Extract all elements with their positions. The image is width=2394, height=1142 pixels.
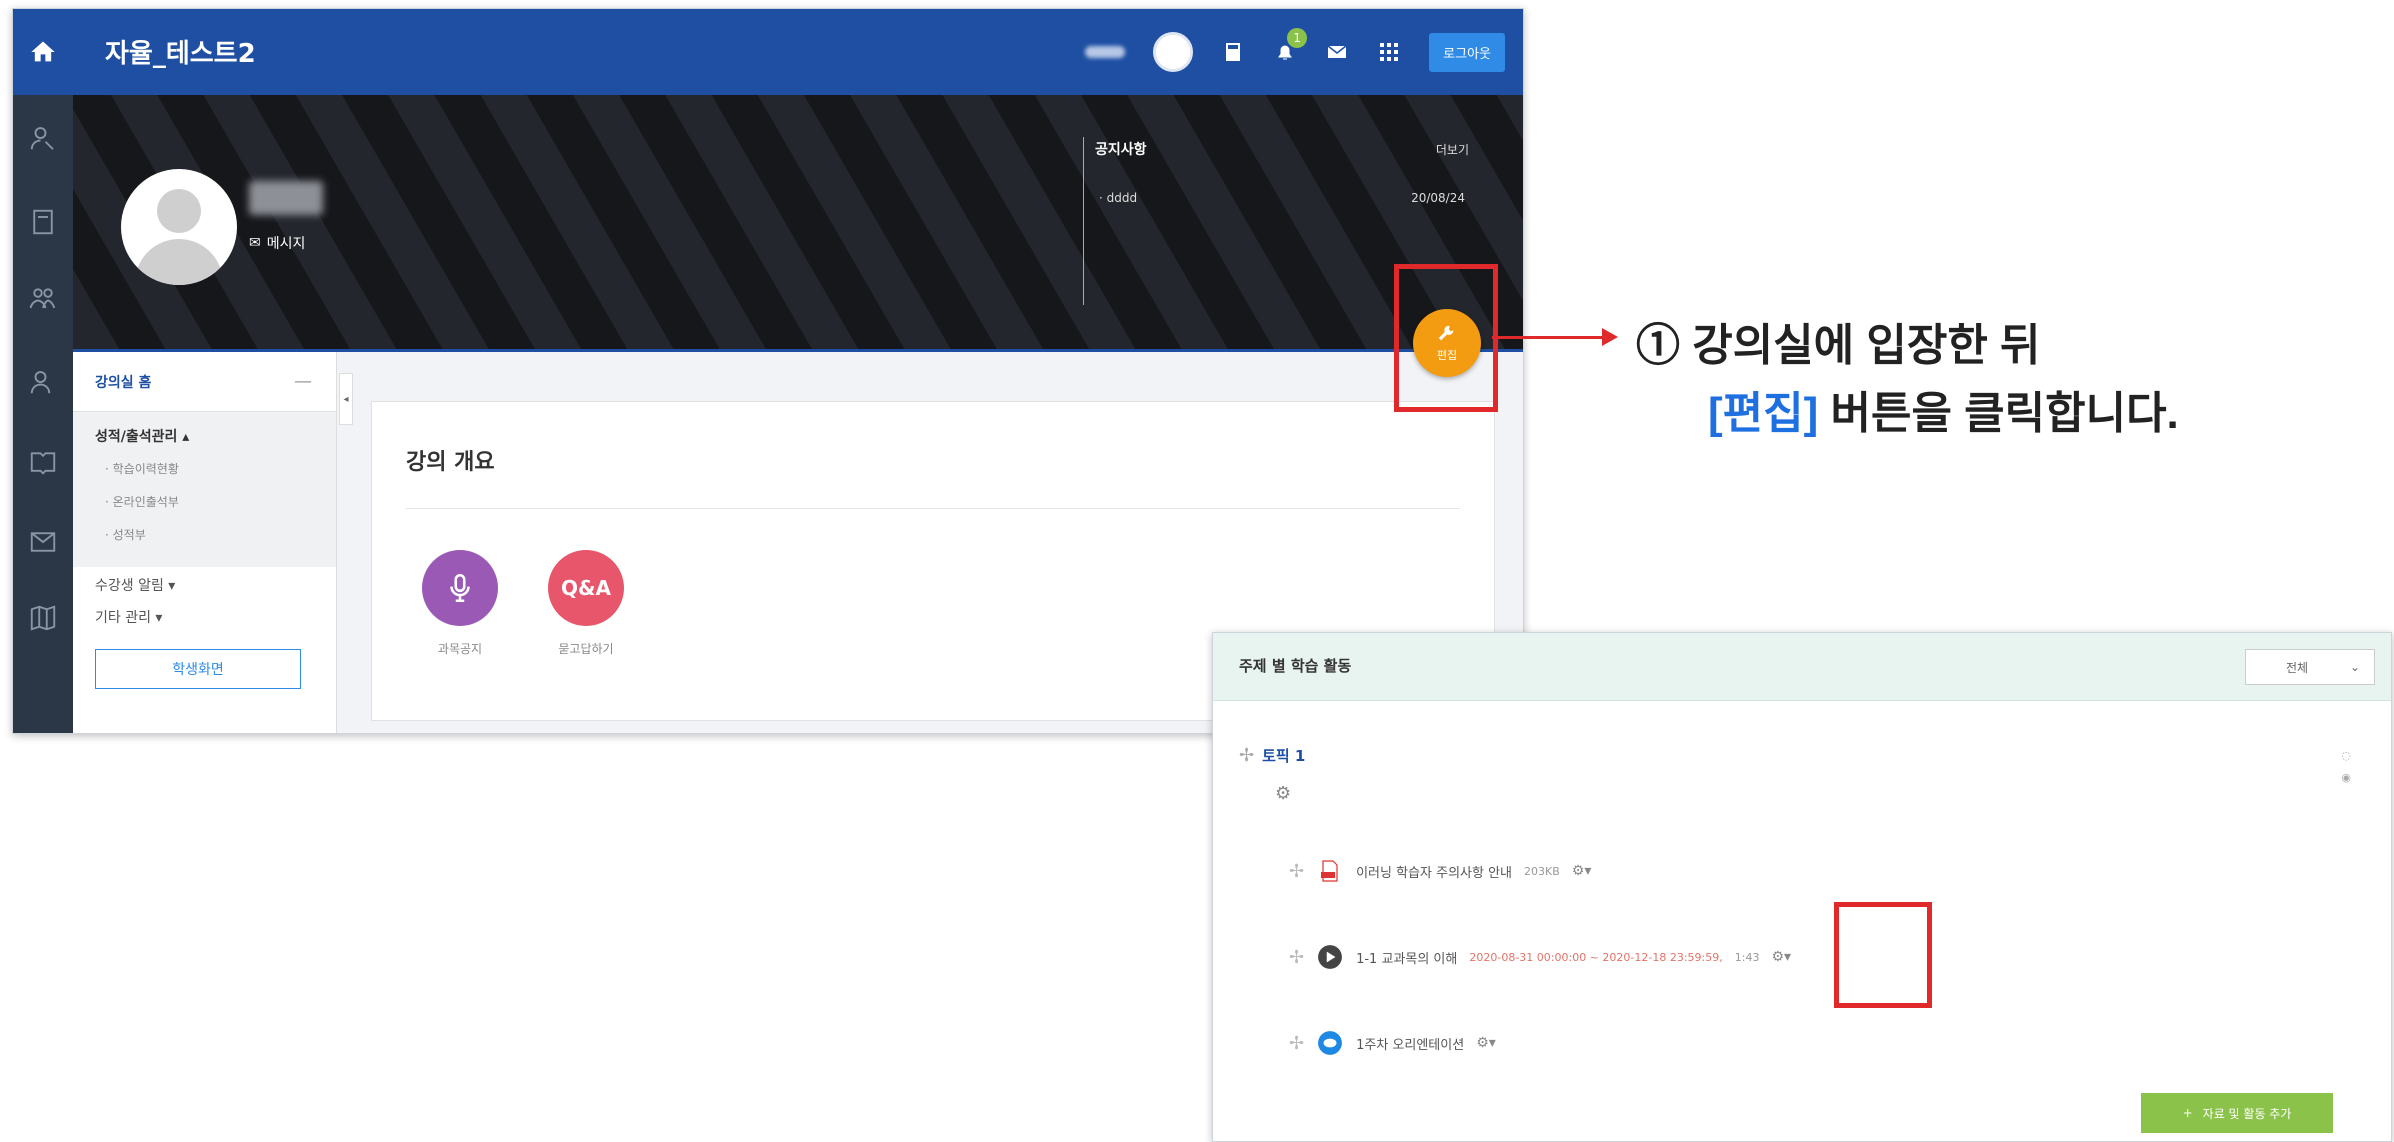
move-icon[interactable]: ✢ xyxy=(1289,947,1304,968)
collapse-icon[interactable]: — xyxy=(294,371,312,392)
profile-avatar xyxy=(121,169,237,285)
home-icon[interactable] xyxy=(13,9,73,95)
topic-visibility-controls: ◌ ◉ xyxy=(2341,745,2351,789)
profile-icon[interactable] xyxy=(13,357,73,407)
menu-sub-item[interactable]: · 성적부 xyxy=(105,526,314,543)
activity-title[interactable]: 1-1 교과목의 이해 xyxy=(1356,948,1457,967)
plus-icon: + xyxy=(2182,1106,2193,1120)
activity-row[interactable]: ✢ 이러닝 학습자 주의사항 안내 203KB ⚙▾ xyxy=(1289,857,1591,885)
map-icon[interactable] xyxy=(13,593,73,643)
course-notice-tile[interactable]: 과목공지 xyxy=(422,550,498,657)
callout-arrow xyxy=(1492,328,1618,346)
menu-sub-item[interactable]: · 온라인출석부 xyxy=(105,493,314,510)
video-play-icon xyxy=(1316,943,1344,971)
activity-duration: 1:43 xyxy=(1734,950,1760,964)
filter-select[interactable]: 전체 ⌄ xyxy=(2245,649,2375,685)
overview-divider xyxy=(406,508,1460,509)
instruction-highlight: [편집] xyxy=(1708,389,1819,438)
book-icon[interactable] xyxy=(13,197,73,247)
gear-icon[interactable]: ⚙ xyxy=(1275,783,1291,804)
move-icon[interactable]: ✢ xyxy=(1289,861,1304,882)
tile-label: 과목공지 xyxy=(437,642,483,656)
activities-window: 주제 별 학습 활동 전체 ⌄ ✢ 토픽 1 ⚙ ◌ ◉ ✢ 이러닝 학습자 주… xyxy=(1212,632,2392,1142)
activities-header: 주제 별 학습 활동 전체 ⌄ xyxy=(1213,633,2391,701)
overview-title: 강의 개요 xyxy=(406,450,495,475)
course-hero-banner: ✉ 메시지 공지사항 더보기 · dddd 20/08/24 xyxy=(73,95,1523,349)
add-activity-button[interactable]: + 자료 및 활동 추가 xyxy=(2141,1093,2333,1133)
other-management-menu[interactable]: 기타 관리 ▾ xyxy=(73,599,336,631)
top-bar: 자율_테스트2 1 로그아웃 xyxy=(73,9,1523,95)
open-book-icon[interactable] xyxy=(13,437,73,487)
logout-button[interactable]: 로그아웃 xyxy=(1429,32,1505,72)
instruction-line-2: [편집] 버튼을 클릭합니다. xyxy=(1636,380,2179,448)
instruction-line-1: ① 강의실에 입장한 뒤 xyxy=(1636,321,2041,370)
notice-date: 20/08/24 xyxy=(1411,191,1465,205)
mail-icon[interactable] xyxy=(13,517,73,567)
filter-value: 전체 xyxy=(2286,660,2309,675)
message-link[interactable]: ✉ 메시지 xyxy=(249,233,305,253)
instruction-rest: 버튼을 클릭합니다. xyxy=(1818,389,2179,438)
bell-icon[interactable]: 1 xyxy=(1273,28,1308,64)
activities-title: 주제 별 학습 활동 xyxy=(1239,657,1352,675)
instruction-callout: ① 강의실에 입장한 뒤 [편집] 버튼을 클릭합니다. xyxy=(1636,312,2179,448)
gear-icon[interactable]: ⚙▾ xyxy=(1476,1035,1496,1051)
student-view-button[interactable]: 학생화면 xyxy=(95,649,301,689)
gear-icon[interactable]: ⚙▾ xyxy=(1572,863,1592,879)
course-left-menu: 강의실 홈 — 성적/출석관리 ▴ · 학습이력현황 · 온라인출석부 · 성적… xyxy=(73,352,337,733)
move-icon[interactable]: ✢ xyxy=(1239,745,1254,766)
profile-name-blurred xyxy=(249,181,323,215)
chevron-down-icon: ⌄ xyxy=(2349,660,2360,674)
left-icon-sidebar xyxy=(13,9,73,733)
activity-title[interactable]: 1주차 오리엔테이션 xyxy=(1356,1034,1464,1053)
add-activity-label: 자료 및 활동 추가 xyxy=(2202,1106,2292,1121)
edit-button-highlight xyxy=(1394,264,1498,412)
lms-course-window: 자율_테스트2 1 로그아웃 ✉ 메시지 공지사항 더보기 · dddd 20/… xyxy=(12,8,1524,734)
calculator-icon[interactable] xyxy=(1221,40,1245,64)
notice-item[interactable]: · dddd xyxy=(1099,191,1137,205)
gear-icon[interactable]: ⚙▾ xyxy=(1771,949,1791,965)
activity-row[interactable]: ✢ 1주차 오리엔테이션 ⚙▾ xyxy=(1289,1029,1496,1057)
activity-dates: 2020-08-31 00:00:00 ~ 2020-12-18 23:59:5… xyxy=(1469,950,1723,964)
envelope-icon: ✉ xyxy=(249,235,261,251)
notice-divider xyxy=(1083,137,1084,305)
course-home-link[interactable]: 강의실 홈 xyxy=(95,372,151,392)
notice-more-link[interactable]: 더보기 xyxy=(1436,141,1469,158)
student-notification-menu[interactable]: 수강생 알림 ▾ xyxy=(73,567,336,599)
course-home-header[interactable]: 강의실 홈 — xyxy=(73,352,336,412)
menu-sub-item[interactable]: · 학습이력현황 xyxy=(105,460,314,477)
notification-badge: 1 xyxy=(1287,28,1308,48)
gear-menu-highlight xyxy=(1834,902,1932,1008)
group-icon[interactable] xyxy=(13,273,73,323)
qa-tile[interactable]: Q&A 묻고답하기 xyxy=(548,550,624,657)
eye-icon[interactable]: ◉ xyxy=(2341,767,2351,789)
grade-attendance-group: 성적/출석관리 ▴ · 학습이력현황 · 온라인출석부 · 성적부 xyxy=(73,412,336,567)
menu-collapse-handle[interactable]: ◂ xyxy=(339,373,353,425)
chat-icon xyxy=(1316,1029,1344,1057)
avatar[interactable] xyxy=(1153,32,1194,72)
tile-label: 묻고답하기 xyxy=(558,642,614,656)
pdf-icon xyxy=(1316,857,1344,885)
topic-title[interactable]: 토픽 1 xyxy=(1262,745,1305,766)
move-icon[interactable]: ✢ xyxy=(1289,1033,1304,1054)
highlight-icon[interactable]: ◌ xyxy=(2341,745,2351,767)
notice-title: 공지사항 xyxy=(1095,142,1147,158)
course-title: 자율_테스트2 xyxy=(105,39,256,69)
activity-title[interactable]: 이러닝 학습자 주의사항 안내 xyxy=(1356,862,1512,881)
activity-row[interactable]: ✢ 1-1 교과목의 이해 2020-08-31 00:00:00 ~ 2020… xyxy=(1289,943,1791,971)
user-icon[interactable] xyxy=(13,113,73,163)
grid-apps-icon[interactable] xyxy=(1377,40,1401,64)
topic-heading[interactable]: ✢ 토픽 1 xyxy=(1239,745,1305,766)
message-label: 메시지 xyxy=(266,236,306,252)
grade-attendance-toggle[interactable]: 성적/출석관리 ▴ xyxy=(95,426,314,446)
topbar-actions: 1 로그아웃 xyxy=(1085,27,1505,77)
envelope-icon[interactable] xyxy=(1325,40,1349,64)
user-name-blurred xyxy=(1085,46,1126,58)
qa-icon[interactable]: Q&A xyxy=(548,550,624,626)
activity-size: 203KB xyxy=(1524,864,1560,878)
microphone-icon[interactable] xyxy=(422,550,498,626)
